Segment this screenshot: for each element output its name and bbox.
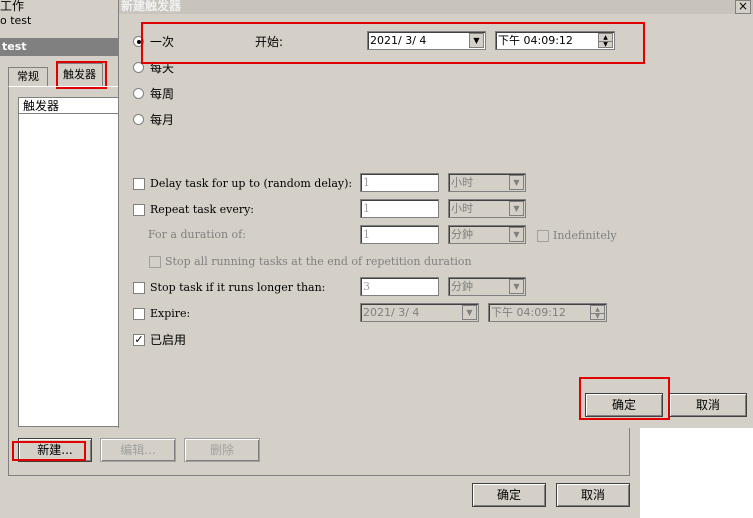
enabled-label: 已启用 — [150, 333, 187, 347]
expire-time-spinner[interactable]: 下午 04:09:12 ▲ ▼ — [488, 303, 607, 322]
expire-label: Expire: — [150, 307, 191, 320]
close-icon[interactable]: × — [735, 0, 751, 14]
triggers-list[interactable]: 触发器 — [18, 97, 120, 427]
window-subtitle: o test — [0, 14, 32, 27]
stop-if-longer-value-field[interactable]: 3 — [360, 277, 439, 296]
window-ok-button[interactable]: 确定 — [472, 483, 546, 507]
duration-label: For a duration of: — [148, 228, 246, 241]
edit-trigger-button[interactable]: 编辑... — [100, 438, 176, 462]
spin-down-icon[interactable]: ▼ — [591, 313, 604, 320]
repeat-checkbox[interactable] — [133, 204, 145, 216]
expire-date-value: 2021/ 3/ 4 — [363, 306, 420, 319]
new-trigger-highlight — [12, 441, 86, 461]
time-spin-buttons[interactable]: ▲ ▼ — [590, 305, 605, 320]
delay-label: Delay task for up to (random delay): — [150, 177, 353, 190]
chevron-down-icon[interactable]: ▼ — [509, 279, 524, 294]
chevron-down-icon[interactable]: ▼ — [509, 201, 524, 216]
ok-button-highlight — [579, 377, 670, 420]
dialog-cancel-button[interactable]: 取消 — [669, 393, 747, 417]
duration-unit-value: 分鈡 — [451, 228, 473, 241]
stop-if-longer-checkbox[interactable] — [133, 282, 145, 294]
chevron-down-icon[interactable]: ▼ — [462, 305, 477, 320]
radio-monthly-label: 每月 — [150, 113, 175, 127]
dialog-title: 新建触发器 — [119, 0, 753, 14]
duration-unit-select[interactable]: 分鈡 ▼ — [448, 225, 526, 244]
repeat-value-field[interactable]: 1 — [360, 199, 439, 218]
delay-checkbox[interactable] — [133, 178, 145, 190]
stop-if-longer-label: Stop task if it runs longer than: — [150, 281, 326, 294]
repeat-unit-select[interactable]: 小时 ▼ — [448, 199, 526, 218]
expire-checkbox[interactable] — [133, 308, 145, 320]
indefinitely-checkbox[interactable] — [537, 230, 549, 242]
radio-weekly-label: 每周 — [150, 87, 175, 101]
enabled-checkbox[interactable]: ✓ — [133, 334, 145, 346]
duration-value-field[interactable]: 1 — [360, 225, 439, 244]
stop-if-longer-unit-select[interactable]: 分鈡 ▼ — [448, 277, 526, 296]
window-title: 工作 — [0, 0, 25, 13]
delay-unit-value: 小时 — [451, 176, 473, 189]
tab-general[interactable]: 常规 — [8, 67, 48, 87]
delete-trigger-button[interactable]: 删除 — [184, 438, 260, 462]
indefinitely-label: Indefinitely — [553, 229, 617, 242]
task-name-bar: test — [0, 38, 120, 56]
repeat-unit-value: 小时 — [451, 202, 473, 215]
delay-value-field[interactable]: 1 — [360, 173, 439, 192]
delay-unit-select[interactable]: 小时 ▼ — [448, 173, 526, 192]
new-trigger-dialog: 新建触发器 × 一次 每天 每周 每月 开始: 2021/ 3/ 4 ▼ 下午 … — [118, 0, 753, 428]
repeat-label: Repeat task every: — [150, 203, 255, 216]
stop-all-checkbox[interactable] — [149, 256, 161, 268]
stop-if-longer-unit-value: 分鈡 — [451, 280, 473, 293]
radio-weekly[interactable] — [133, 88, 144, 99]
expire-date-picker[interactable]: 2021/ 3/ 4 ▼ — [360, 303, 479, 322]
window-cancel-button[interactable]: 取消 — [556, 483, 630, 507]
triggers-list-header: 触发器 — [19, 98, 119, 114]
stop-all-label: Stop all running tasks at the end of rep… — [165, 255, 472, 268]
radio-monthly[interactable] — [133, 114, 144, 125]
chevron-down-icon[interactable]: ▼ — [509, 175, 524, 190]
expire-time-value: 下午 04:09:12 — [491, 306, 566, 319]
chevron-down-icon[interactable]: ▼ — [509, 227, 524, 242]
start-highlight — [141, 22, 645, 64]
tab-triggers-highlight — [56, 61, 107, 89]
